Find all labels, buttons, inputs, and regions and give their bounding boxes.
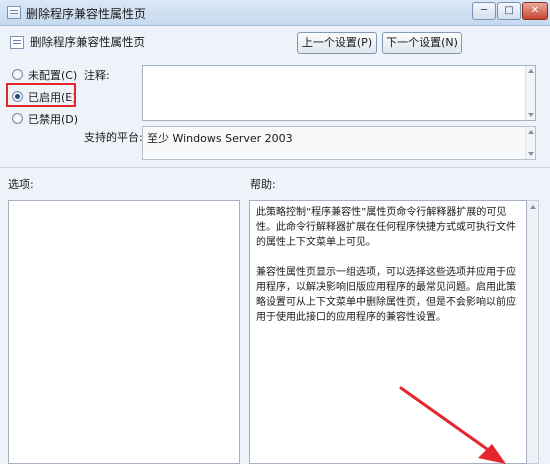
red-arrow-annotation — [399, 386, 506, 464]
red-arrow-shaft — [399, 386, 496, 456]
